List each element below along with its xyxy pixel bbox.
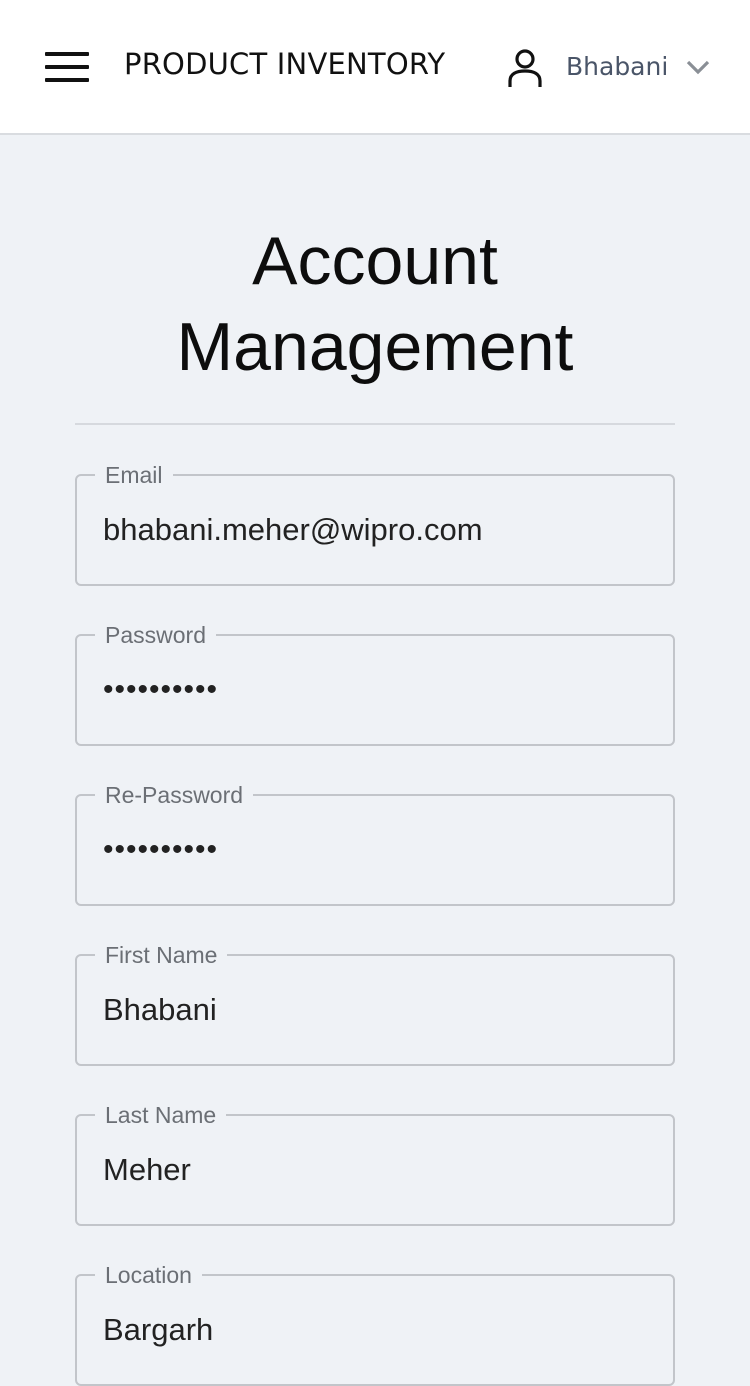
page-title: Account Management <box>0 218 750 390</box>
last-name-field[interactable]: Last Name Meher <box>75 1102 675 1226</box>
app-title: PRODUCT INVENTORY <box>124 47 446 81</box>
first-name-field[interactable]: First Name Bhabani <box>75 942 675 1066</box>
user-icon <box>508 49 542 87</box>
page-title-line1: Account <box>252 223 498 299</box>
last-name-label: Last Name <box>95 1102 227 1128</box>
email-value: bhabani.meher@wipro.com <box>103 512 483 547</box>
user-name: Bhabani <box>566 52 669 81</box>
re-password-value: •••••••••• <box>103 833 219 866</box>
location-field[interactable]: Location Bargarh <box>75 1262 675 1386</box>
hamburger-menu-icon[interactable] <box>40 44 96 90</box>
first-name-value: Bhabani <box>103 992 217 1027</box>
re-password-label: Re-Password <box>95 782 254 808</box>
email-field[interactable]: Email bhabani.meher@wipro.com <box>75 462 675 586</box>
chevron-down-icon <box>686 60 710 75</box>
re-password-field[interactable]: Re-Password •••••••••• <box>75 782 675 906</box>
user-menu-button[interactable]: Bhabani <box>500 38 722 96</box>
last-name-value: Meher <box>103 1152 191 1187</box>
top-app-bar: PRODUCT INVENTORY Bhabani <box>0 0 750 135</box>
password-field[interactable]: Password •••••••••• <box>75 622 675 746</box>
first-name-label: First Name <box>95 942 228 968</box>
password-value: •••••••••• <box>103 673 219 706</box>
password-label: Password <box>95 622 216 648</box>
location-value: Bargarh <box>103 1312 214 1347</box>
divider <box>75 423 675 425</box>
location-label: Location <box>95 1262 202 1288</box>
page-title-line2: Management <box>176 309 574 385</box>
email-label: Email <box>95 462 173 488</box>
